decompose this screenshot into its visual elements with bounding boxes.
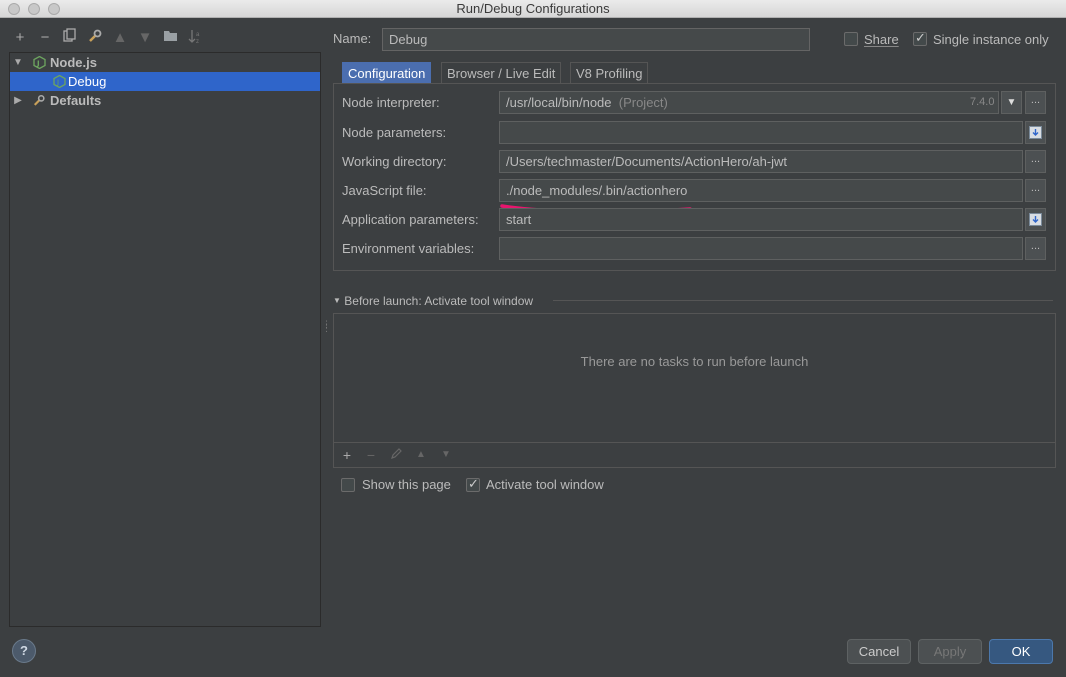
tab-browser-live-edit[interactable]: Browser / Live Edit xyxy=(441,62,562,84)
application-parameters-label: Application parameters: xyxy=(342,212,479,227)
node-version: 7.4.0 xyxy=(970,96,995,108)
working-directory-label: Working directory: xyxy=(342,154,447,169)
remove-icon[interactable]: − xyxy=(35,28,55,48)
activate-tool-window-label[interactable]: Activate tool window xyxy=(486,477,604,492)
tree-item-label: Debug xyxy=(68,74,107,89)
tree-item-nodejs[interactable]: ▼ J Node.js xyxy=(10,53,320,72)
svg-text:z: z xyxy=(196,39,199,44)
chevron-down-icon[interactable]: ▼ xyxy=(1001,91,1022,114)
before-launch-title: Before launch: Activate tool window xyxy=(344,294,534,308)
folder-icon[interactable] xyxy=(160,28,180,48)
name-field[interactable]: Debug xyxy=(382,28,810,51)
tree-item-label: Defaults xyxy=(50,93,102,108)
cancel-button[interactable]: Cancel xyxy=(847,639,911,664)
svg-text:a: a xyxy=(196,32,200,38)
expand-icon xyxy=(1029,213,1042,226)
name-label: Name: xyxy=(333,31,372,46)
node-interpreter-select[interactable]: /usr/local/bin/node (Project) xyxy=(499,91,999,114)
edit-task-icon[interactable] xyxy=(387,446,405,464)
node-interpreter-value: /usr/local/bin/node xyxy=(506,95,612,110)
empty-tasks-text: There are no tasks to run before launch xyxy=(580,354,809,369)
panel-splitter[interactable]: ⋮ ⋮ xyxy=(322,320,331,333)
chevron-down-icon[interactable]: ▼ xyxy=(13,53,23,72)
application-parameters-input[interactable]: start xyxy=(499,208,1023,231)
node-parameters-input[interactable] xyxy=(499,121,1023,144)
share-checkbox[interactable] xyxy=(844,32,858,46)
working-directory-input[interactable]: /Users/techmaster/Documents/ActionHero/a… xyxy=(499,150,1023,173)
close-window-button[interactable] xyxy=(8,3,20,15)
help-button[interactable]: ? xyxy=(12,639,36,663)
svg-text:J: J xyxy=(36,60,40,68)
svg-text:J: J xyxy=(56,79,59,87)
tree-item-debug[interactable]: J Debug xyxy=(10,72,320,91)
zoom-window-button[interactable] xyxy=(48,3,60,15)
move-down-icon[interactable]: ▼ xyxy=(437,446,455,464)
environment-variables-input[interactable] xyxy=(499,237,1023,260)
move-down-icon[interactable]: ▼ xyxy=(135,28,155,48)
activate-tool-window-checkbox[interactable] xyxy=(466,476,480,492)
configurations-tree: ▼ J Node.js J Debug ▶ Defaults xyxy=(9,52,321,627)
expand-application-parameters-button[interactable] xyxy=(1025,208,1046,231)
move-up-icon[interactable]: ▲ xyxy=(412,446,430,464)
show-this-page-checkbox[interactable] xyxy=(341,478,355,492)
javascript-file-input[interactable]: ./node_modules/.bin/actionhero xyxy=(499,179,1023,202)
edit-environment-variables-button[interactable]: ... xyxy=(1025,237,1046,260)
node-parameters-label: Node parameters: xyxy=(342,125,447,140)
tab-v8-profiling[interactable]: V8 Profiling xyxy=(570,62,649,84)
add-task-icon[interactable]: + xyxy=(338,446,356,464)
title-bar: Run/Debug Configurations xyxy=(0,0,1066,18)
browse-javascript-file-button[interactable]: ... xyxy=(1025,179,1046,202)
browse-interpreter-button[interactable]: ... xyxy=(1025,91,1046,114)
wrench-icon[interactable] xyxy=(85,28,105,48)
expand-icon xyxy=(1029,126,1042,139)
tasks-toolbar: + − ▲ ▼ xyxy=(334,442,1055,467)
window-title: Run/Debug Configurations xyxy=(456,1,610,16)
single-instance-checkbox[interactable] xyxy=(913,30,927,46)
before-launch-tasks: There are no tasks to run before launch … xyxy=(333,313,1056,468)
browse-working-directory-button[interactable]: ... xyxy=(1025,150,1046,173)
nodejs-icon: J xyxy=(53,75,66,88)
tree-item-label: Node.js xyxy=(50,55,97,70)
tree-item-defaults[interactable]: ▶ Defaults xyxy=(10,91,320,110)
nodejs-icon: J xyxy=(33,56,46,69)
chevron-right-icon[interactable]: ▶ xyxy=(13,91,23,110)
copy-icon[interactable] xyxy=(60,28,80,48)
wrench-icon xyxy=(33,94,45,106)
move-up-icon[interactable]: ▲ xyxy=(110,28,130,48)
add-icon[interactable]: + xyxy=(10,28,30,48)
divider xyxy=(553,300,1053,301)
node-interpreter-hint: (Project) xyxy=(618,95,668,110)
expand-node-parameters-button[interactable] xyxy=(1025,121,1046,144)
sort-icon[interactable]: az xyxy=(185,28,205,48)
chevron-down-icon: ▼ xyxy=(333,296,341,305)
environment-variables-label: Environment variables: xyxy=(342,241,475,256)
minimize-window-button[interactable] xyxy=(28,3,40,15)
javascript-file-label: JavaScript file: xyxy=(342,183,427,198)
tree-toolbar: + − ▲ ▼ az xyxy=(10,28,320,50)
node-interpreter-label: Node interpreter: xyxy=(342,95,440,110)
show-this-page-label[interactable]: Show this page xyxy=(362,477,451,492)
remove-task-icon[interactable]: − xyxy=(362,446,380,464)
single-instance-label[interactable]: Single instance only xyxy=(933,32,1049,47)
share-label[interactable]: Share xyxy=(864,32,899,47)
ok-button[interactable]: OK xyxy=(989,639,1053,664)
apply-button[interactable]: Apply xyxy=(918,639,982,664)
before-launch-header[interactable]: ▼ Before launch: Activate tool window xyxy=(333,294,533,308)
tab-configuration[interactable]: Configuration xyxy=(342,62,432,84)
